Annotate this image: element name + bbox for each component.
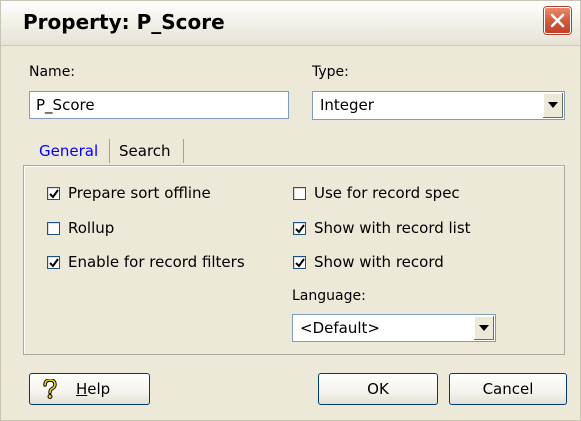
checkbox-box — [293, 221, 306, 235]
checkbox-box — [47, 186, 60, 200]
checkmark-icon — [49, 257, 59, 268]
checkbox-label: Show with record — [314, 253, 444, 271]
name-input[interactable]: P_Score — [29, 91, 289, 119]
checkbox-box — [293, 255, 306, 269]
checkbox-box — [293, 186, 306, 200]
checkbox-box — [47, 255, 60, 269]
show-with-record-checkbox[interactable]: Show with record — [293, 252, 444, 272]
window-title: Property: P_Score — [23, 10, 225, 34]
checkbox-label: Enable for record filters — [68, 253, 245, 271]
help-label-rest: elp — [87, 380, 111, 398]
chevron-down-icon — [479, 325, 489, 331]
checkbox-label: Show with record list — [314, 219, 471, 237]
type-dropdown-button[interactable] — [542, 93, 563, 118]
show-with-record-list-checkbox[interactable]: Show with record list — [293, 218, 471, 238]
name-label: Name: — [29, 64, 76, 80]
language-select[interactable]: <Default> — [292, 314, 496, 342]
close-icon — [550, 13, 565, 28]
ok-button[interactable]: OK — [318, 373, 438, 405]
checkmark-icon — [295, 257, 305, 268]
title-bar[interactable]: Property: P_Score — [1, 1, 580, 46]
type-select[interactable]: Integer — [312, 91, 565, 120]
prepare-sort-offline-checkbox[interactable]: Prepare sort offline — [47, 183, 211, 203]
checkbox-label: Use for record spec — [314, 184, 460, 202]
tab-general[interactable]: General — [39, 139, 98, 163]
language-label: Language: — [292, 288, 366, 304]
help-mnemonic: H — [76, 380, 88, 398]
enable-for-record-filters-checkbox[interactable]: Enable for record filters — [47, 252, 245, 272]
close-button[interactable] — [544, 7, 571, 34]
tab-divider — [109, 139, 110, 163]
use-for-record-spec-checkbox[interactable]: Use for record spec — [293, 183, 460, 203]
language-select-value: <Default> — [300, 319, 380, 337]
checkbox-label: Rollup — [68, 219, 115, 237]
type-label: Type: — [312, 64, 349, 80]
checkbox-label: Prepare sort offline — [68, 184, 211, 202]
checkmark-icon — [49, 188, 59, 199]
help-question-icon — [43, 379, 57, 399]
chevron-down-icon — [548, 102, 558, 108]
help-button[interactable]: Help — [29, 373, 150, 405]
tab-search[interactable]: Search — [119, 139, 171, 163]
checkbox-box — [47, 221, 60, 235]
type-select-value: Integer — [320, 96, 374, 114]
tab-divider — [183, 139, 184, 163]
help-button-label: Help — [76, 374, 110, 404]
property-dialog: Property: P_Score Name: P_Score Type: In… — [0, 0, 581, 421]
checkmark-icon — [295, 223, 305, 234]
rollup-checkbox[interactable]: Rollup — [47, 218, 114, 238]
cancel-button[interactable]: Cancel — [449, 373, 567, 405]
language-dropdown-button[interactable] — [473, 316, 494, 340]
